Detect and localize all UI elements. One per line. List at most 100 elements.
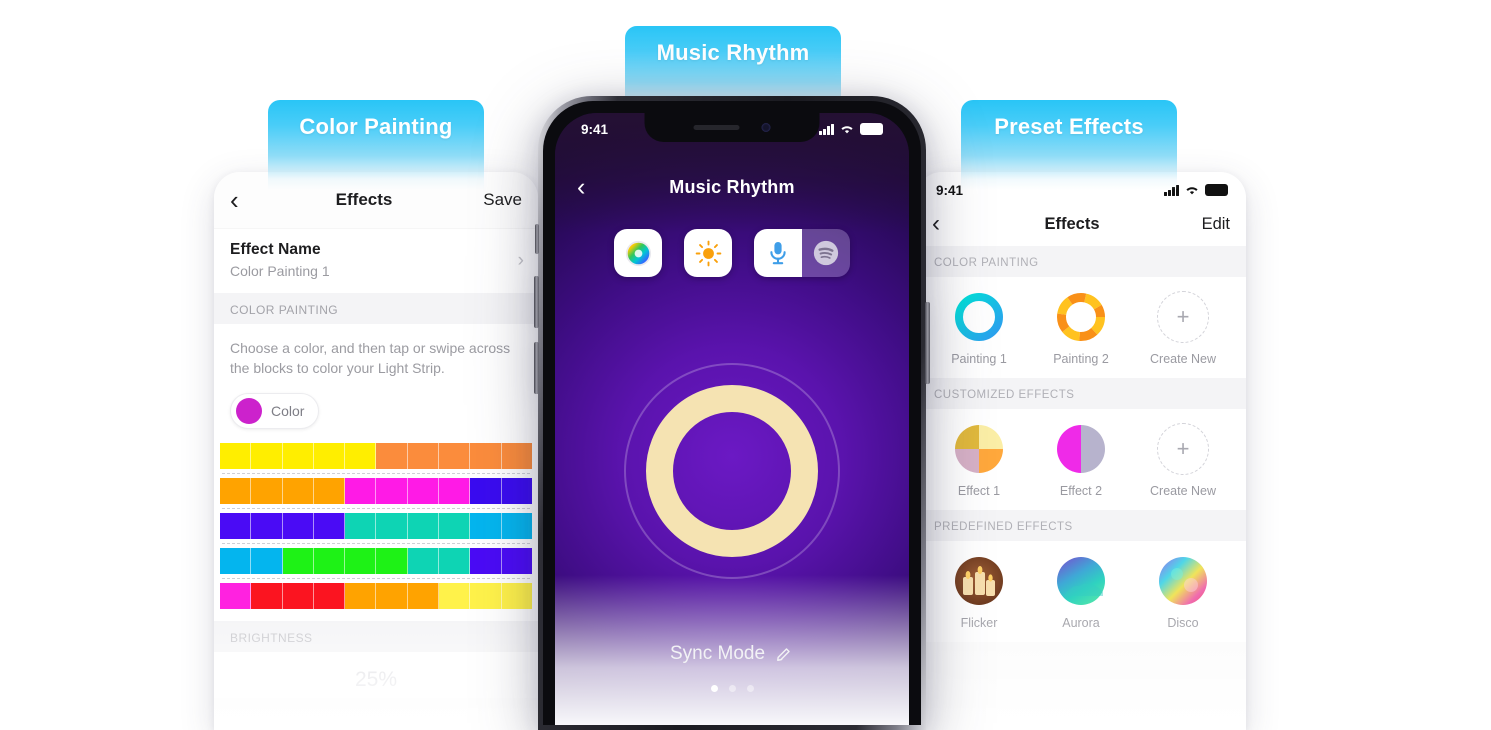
spotify-button[interactable] <box>802 229 850 277</box>
color-block[interactable] <box>345 477 377 504</box>
row-divider <box>222 577 530 579</box>
color-block[interactable] <box>376 547 408 574</box>
color-block[interactable] <box>313 512 346 539</box>
color-block[interactable] <box>313 582 346 609</box>
volume-down-button[interactable] <box>534 342 539 394</box>
effect-item[interactable]: Aurora <box>1030 555 1132 630</box>
effect-item[interactable]: Disco <box>1132 555 1234 630</box>
page-indicator-dots[interactable] <box>555 685 909 692</box>
color-block[interactable] <box>501 582 532 609</box>
color-picker-chip[interactable]: Color <box>230 392 320 429</box>
effect-item[interactable]: Painting 1 <box>928 291 1030 366</box>
color-block[interactable] <box>282 547 314 574</box>
color-block[interactable] <box>345 512 377 539</box>
color-block[interactable] <box>439 442 471 469</box>
effect-item[interactable]: + Create New <box>1132 291 1234 366</box>
color-block[interactable] <box>376 477 408 504</box>
color-block[interactable] <box>439 547 471 574</box>
page-title: Effects <box>335 190 393 209</box>
color-block[interactable] <box>220 512 252 539</box>
power-button[interactable] <box>925 302 930 384</box>
color-block[interactable] <box>313 442 346 469</box>
color-block[interactable] <box>407 512 440 539</box>
effect-item[interactable]: Effect 2 <box>1030 423 1132 498</box>
color-block[interactable] <box>439 512 471 539</box>
row-divider <box>222 472 530 474</box>
color-block[interactable] <box>376 442 408 469</box>
section-header-brightness: BRIGHTNESS <box>214 620 538 652</box>
back-chevron-icon[interactable]: ‹ <box>577 174 607 200</box>
color-block[interactable] <box>407 582 440 609</box>
wifi-icon <box>1186 187 1198 195</box>
color-block[interactable] <box>501 547 532 574</box>
page-dot[interactable] <box>746 685 754 692</box>
color-block[interactable] <box>501 477 532 504</box>
color-block[interactable] <box>345 547 377 574</box>
brightness-button[interactable] <box>684 229 732 277</box>
color-block-grid[interactable] <box>214 442 538 621</box>
color-block[interactable] <box>313 547 346 574</box>
sync-mode-control[interactable]: Sync Mode <box>555 643 909 665</box>
color-block[interactable] <box>220 477 252 504</box>
color-block-row[interactable] <box>220 477 532 504</box>
color-block[interactable] <box>251 442 283 469</box>
effect-item[interactable]: Flicker <box>928 555 1030 630</box>
color-block[interactable] <box>251 582 283 609</box>
color-block[interactable] <box>407 442 440 469</box>
color-block[interactable] <box>220 547 252 574</box>
disco-icon <box>1157 555 1209 607</box>
effect-item[interactable]: Effect 1 <box>928 423 1030 498</box>
color-block[interactable] <box>282 582 314 609</box>
color-block[interactable] <box>251 477 283 504</box>
color-block[interactable] <box>282 442 314 469</box>
microphone-button[interactable] <box>754 229 802 277</box>
row-divider <box>222 542 530 544</box>
color-block-row[interactable] <box>220 547 532 574</box>
page-dot[interactable] <box>710 685 718 692</box>
color-block[interactable] <box>470 477 502 504</box>
pencil-icon[interactable] <box>774 644 794 664</box>
back-chevron-icon[interactable]: ‹ <box>230 187 258 213</box>
volume-up-button[interactable] <box>534 276 539 328</box>
color-wheel-button[interactable] <box>614 229 662 277</box>
save-button[interactable]: Save <box>470 190 522 210</box>
sync-mode-label: Sync Mode <box>669 643 766 664</box>
color-block[interactable] <box>470 442 502 469</box>
color-block[interactable] <box>251 547 283 574</box>
color-block[interactable] <box>376 512 408 539</box>
color-chip-label: Color <box>271 402 305 419</box>
page-dot[interactable] <box>728 685 736 692</box>
color-block[interactable] <box>407 477 440 504</box>
mute-switch[interactable] <box>535 224 539 254</box>
color-block[interactable] <box>501 512 532 539</box>
color-block[interactable] <box>251 512 283 539</box>
color-block[interactable] <box>470 512 502 539</box>
effect-item[interactable]: + Create New <box>1132 423 1234 498</box>
color-block[interactable] <box>439 477 471 504</box>
effect-name-row[interactable]: Effect Name Color Painting 1 › <box>214 228 538 293</box>
color-block[interactable] <box>470 547 502 574</box>
color-chip-wrap: Color <box>214 388 538 443</box>
effect-name-label: Effect Name <box>230 241 321 258</box>
color-block[interactable] <box>470 582 502 609</box>
color-block[interactable] <box>501 442 532 469</box>
color-block[interactable] <box>407 547 440 574</box>
color-block[interactable] <box>376 582 408 609</box>
edit-button[interactable]: Edit <box>1186 215 1230 234</box>
color-block[interactable] <box>439 582 471 609</box>
color-block[interactable] <box>345 582 377 609</box>
effect-item[interactable]: Painting 2 <box>1030 291 1132 366</box>
back-chevron-icon[interactable]: ‹ <box>932 212 958 236</box>
color-block-row[interactable] <box>220 512 532 539</box>
color-block[interactable] <box>282 477 314 504</box>
color-block[interactable] <box>313 477 346 504</box>
color-block[interactable] <box>282 512 314 539</box>
color-block[interactable] <box>220 442 252 469</box>
color-block[interactable] <box>220 582 252 609</box>
color-block-row[interactable] <box>220 442 532 469</box>
color-block-row[interactable] <box>220 582 532 609</box>
section-header: CUSTOMIZED EFFECTS <box>916 378 1246 409</box>
color-block[interactable] <box>345 442 377 469</box>
audio-source-segmented-control <box>754 229 850 277</box>
effect-item-label: Flicker <box>960 616 998 630</box>
